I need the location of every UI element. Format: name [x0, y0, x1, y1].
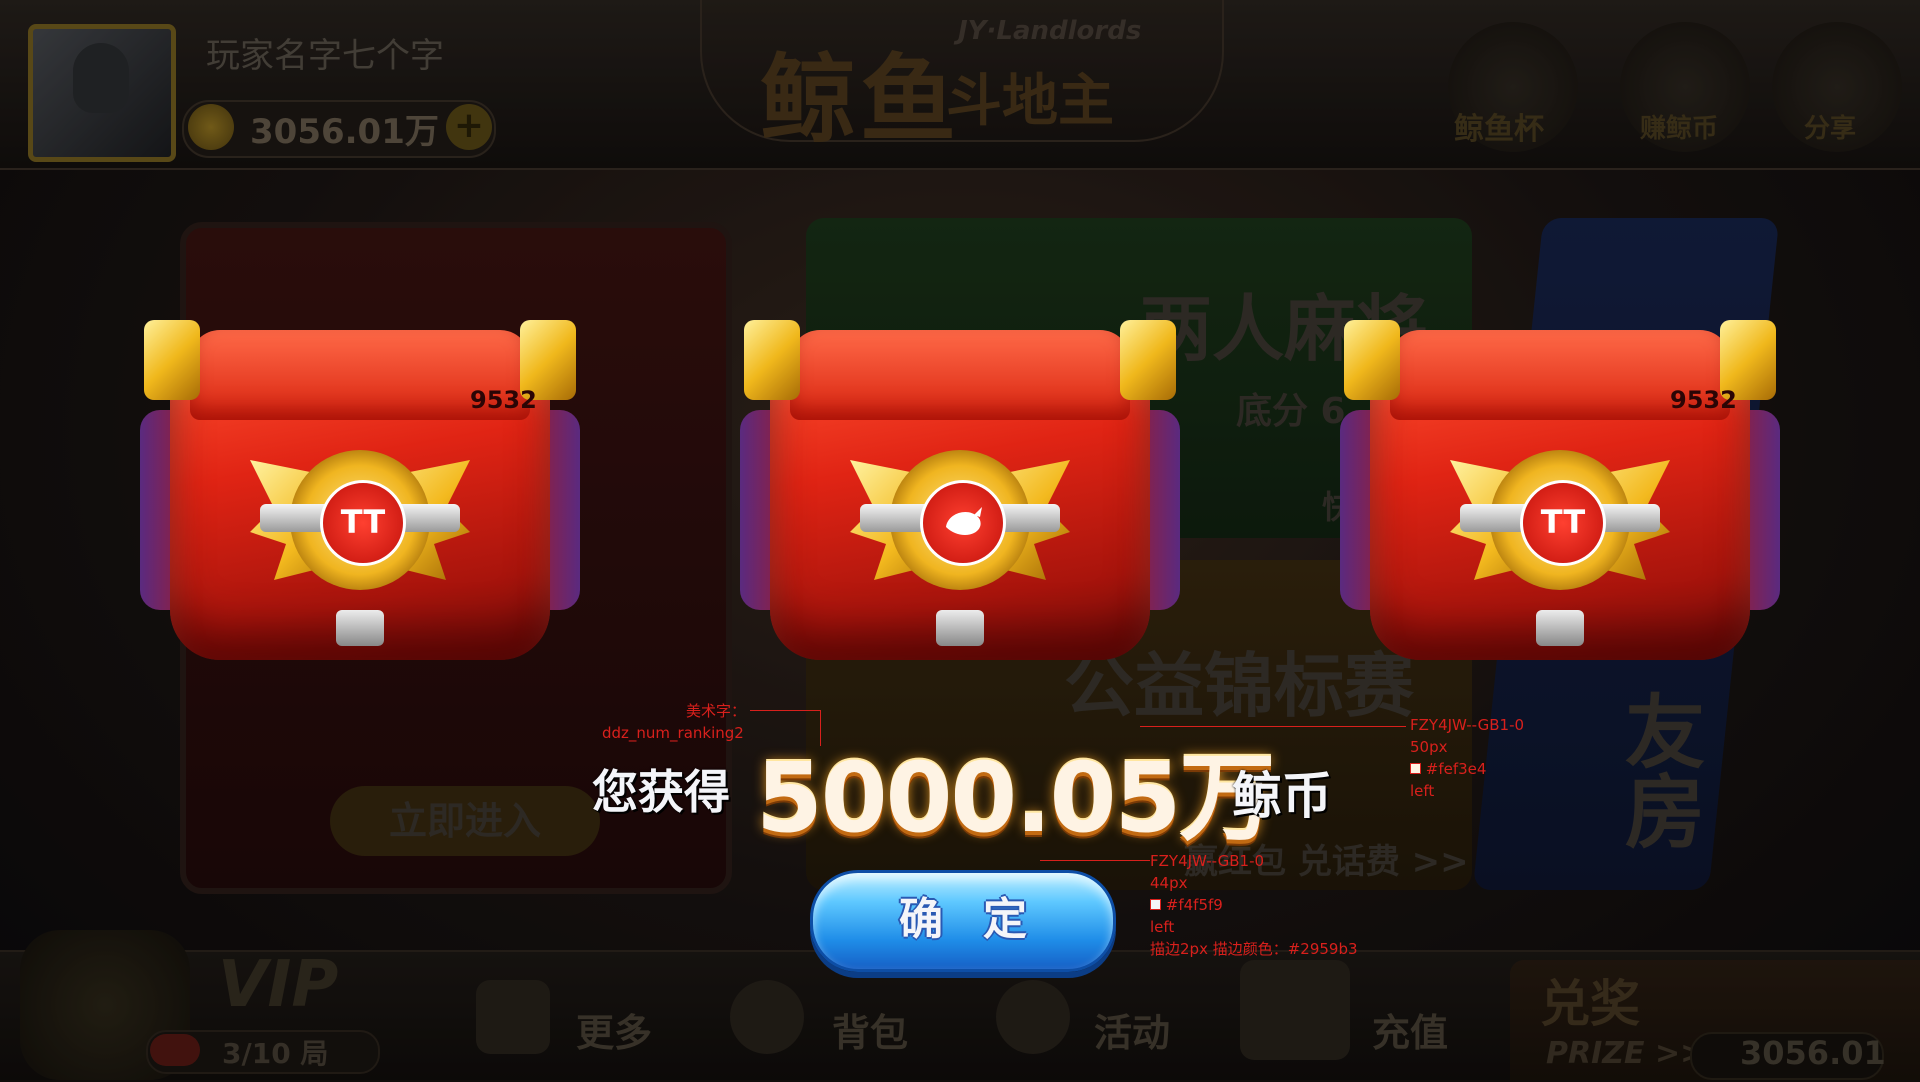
confirm-button[interactable]: 确定 [810, 870, 1116, 972]
chest-lock-icon [936, 610, 984, 646]
annotation-amount-color: #fef3e4 [1410, 758, 1486, 780]
annotation-art-font-name: ddz_num_ranking2 [602, 724, 744, 742]
reward-chest-1: 9532 TT [140, 290, 580, 710]
chest-gold-corner [1344, 320, 1400, 400]
whale-logo-svg [946, 507, 982, 535]
whale-logo-icon [920, 480, 1006, 566]
reward-chest-2 [740, 290, 1180, 710]
reward-unit: 鲸币 [1232, 767, 1332, 825]
reward-amount: 5000.05万 [756, 742, 1275, 854]
annotation-leader-line [750, 710, 820, 711]
annotation-button-size: 44px [1150, 874, 1188, 892]
chest-lock-icon [336, 610, 384, 646]
annotation-amount-align: left [1410, 782, 1435, 800]
chest-number: 9532 [1670, 386, 1737, 414]
annotation-leader-line [820, 710, 821, 746]
annotation-amount-size: 50px [1410, 738, 1448, 756]
reward-chest-3: 9532 TT [1340, 290, 1780, 710]
chest-lock-icon [1536, 610, 1584, 646]
annotation-button-stroke: 描边2px 描边颜色：#2959b3 [1150, 940, 1358, 958]
color-swatch [1150, 899, 1161, 910]
color-swatch [1410, 763, 1421, 774]
annotation-button-color-value: #f4f5f9 [1165, 896, 1223, 914]
annotation-amount-color-value: #fef3e4 [1425, 760, 1487, 778]
chest-lid [790, 330, 1130, 420]
annotation-button-align: left [1150, 918, 1175, 936]
annotation-button-color: #f4f5f9 [1150, 894, 1223, 916]
tt-logo-icon: TT [1520, 480, 1606, 566]
annotation-leader-line [1040, 860, 1150, 861]
annotation-leader-line [1140, 726, 1406, 727]
reward-prefix: 您获得 [592, 765, 730, 819]
chest-number: 9532 [470, 386, 537, 414]
tt-logo-icon: TT [320, 480, 406, 566]
chest-gold-corner [1120, 320, 1176, 400]
chest-gold-corner [744, 320, 800, 400]
chest-gold-corner [144, 320, 200, 400]
annotation-art-font-label: 美术字： [686, 702, 747, 720]
annotation-amount-font: FZY4JW--GB1-0 [1410, 716, 1525, 734]
annotation-button-font: FZY4JW--GB1-0 [1150, 852, 1265, 870]
